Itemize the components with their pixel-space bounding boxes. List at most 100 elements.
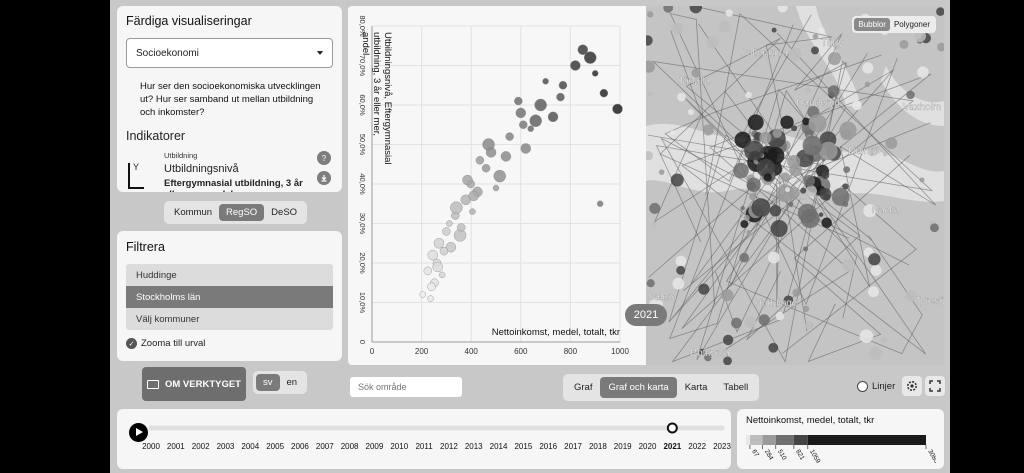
map-bubble[interactable] — [647, 91, 653, 97]
map-bubble[interactable] — [758, 314, 770, 326]
map-bubble[interactable] — [677, 92, 686, 102]
timeline-year[interactable]: 2002 — [192, 442, 210, 451]
map-bubble[interactable] — [651, 221, 657, 228]
map-bubble[interactable] — [842, 201, 849, 207]
scatter-point[interactable] — [547, 111, 559, 123]
map-bubble[interactable] — [818, 212, 824, 217]
map-bubble[interactable] — [818, 27, 825, 34]
map-canvas[interactable]: Täby Sollentuna Järfälla Danderyd Vaxholm Lid… — [646, 6, 944, 365]
map-view[interactable]: Täby Sollentuna Järfälla Danderyd Vaxholm Lid… — [646, 6, 944, 365]
map-bubble[interactable] — [885, 137, 898, 150]
timeline-year[interactable]: 2008 — [341, 442, 359, 451]
map-bubble[interactable] — [792, 288, 801, 297]
map-bubble[interactable] — [812, 33, 819, 40]
map-bubble[interactable] — [721, 289, 734, 302]
timeline-year[interactable]: 2016 — [539, 442, 557, 451]
timeline-year[interactable]: 2022 — [688, 442, 706, 451]
map-bubble[interactable] — [672, 277, 685, 290]
scatter-point[interactable] — [482, 138, 495, 151]
scatter-point[interactable] — [427, 282, 436, 291]
map-bubble[interactable] — [775, 311, 785, 321]
map-bubble[interactable] — [862, 62, 874, 74]
scatter-point[interactable] — [442, 227, 451, 236]
map-bubble[interactable] — [841, 258, 856, 272]
scatter-point[interactable] — [612, 103, 623, 115]
map-bubble[interactable] — [718, 20, 731, 33]
timeline-year[interactable]: 2015 — [514, 442, 532, 451]
map-bubble[interactable] — [827, 52, 842, 66]
scatter-point[interactable] — [468, 190, 479, 202]
timeline-year[interactable]: 2013 — [465, 442, 483, 451]
scatter-point[interactable] — [475, 156, 485, 165]
map-bubble[interactable] — [745, 91, 752, 99]
map-bubble[interactable] — [821, 171, 830, 180]
map-bubble[interactable] — [675, 255, 687, 267]
map-mode-polygoner[interactable]: Polygoner — [890, 18, 934, 31]
map-bubble[interactable] — [882, 151, 888, 157]
map-bubble[interactable] — [706, 35, 719, 49]
map-bubble[interactable] — [802, 305, 810, 313]
timeline-year[interactable]: 2023 — [713, 442, 731, 451]
scatter-point[interactable] — [514, 96, 523, 106]
scatter-point[interactable] — [439, 246, 449, 256]
map-bubble[interactable] — [917, 66, 929, 79]
map-bubble[interactable] — [899, 39, 909, 49]
map-bubble[interactable] — [747, 114, 764, 131]
map-bubble[interactable] — [785, 187, 790, 193]
scatter-point[interactable] — [558, 81, 568, 90]
map-bubble[interactable] — [843, 166, 851, 174]
scatter-point[interactable] — [520, 143, 531, 154]
map-bubble[interactable] — [763, 173, 772, 182]
timeline-year[interactable]: 2011 — [415, 442, 433, 451]
scatter-point[interactable] — [596, 200, 604, 207]
scatter-point[interactable] — [450, 201, 463, 214]
map-bubble[interactable] — [839, 121, 857, 139]
map-bubble[interactable] — [859, 329, 874, 343]
lang-sv[interactable]: sv — [256, 374, 280, 391]
map-bubble[interactable] — [868, 253, 881, 266]
timeline-year[interactable]: 2018 — [589, 442, 607, 451]
filter-item[interactable]: Stockholms län — [126, 286, 333, 308]
preset-select[interactable]: Socioekonomi — [126, 38, 333, 68]
map-bubble[interactable] — [805, 321, 814, 330]
gear-icon[interactable] — [902, 376, 922, 396]
map-bubble[interactable] — [808, 114, 827, 133]
timeline-year[interactable]: 2004 — [241, 442, 259, 451]
scatter-point[interactable] — [427, 295, 434, 302]
scatter-point[interactable] — [423, 266, 433, 276]
scatter-point[interactable] — [505, 132, 514, 141]
map-bubble[interactable] — [771, 27, 777, 33]
timeline-year[interactable]: 2001 — [167, 442, 185, 451]
scatter-point[interactable] — [556, 92, 565, 102]
level-regso[interactable]: RegSO — [219, 204, 265, 221]
map-bubble[interactable] — [751, 198, 771, 218]
map-bubble[interactable] — [722, 334, 734, 346]
map-bubble[interactable] — [646, 279, 655, 288]
map-bubble[interactable] — [803, 174, 816, 187]
indicator-card[interactable]: Y Utbildning Utbildningsnivå Eftergymnas… — [126, 151, 333, 192]
map-bubble[interactable] — [797, 203, 817, 224]
map-bubble[interactable] — [749, 193, 756, 201]
level-deso[interactable]: DeSO — [264, 204, 304, 221]
fullscreen-icon[interactable] — [925, 376, 945, 396]
timeline-slider[interactable]: 2000 2001 2002 2003 2004 2005 2006 2007 2008 2009… — [117, 409, 731, 469]
search-input[interactable] — [350, 377, 462, 397]
timeline-year[interactable]: 2006 — [291, 442, 309, 451]
map-bubble[interactable] — [780, 172, 790, 182]
map-bubble[interactable] — [800, 187, 807, 194]
timeline-year[interactable]: 2007 — [316, 442, 334, 451]
timeline-year[interactable]: 2020 — [639, 442, 657, 451]
map-bubble[interactable] — [851, 100, 862, 111]
timeline-year[interactable]: 2010 — [390, 442, 408, 451]
map-bubble[interactable] — [702, 124, 714, 136]
map-bubble[interactable] — [746, 229, 752, 235]
scatter-point[interactable] — [599, 88, 609, 98]
scatter-point[interactable] — [591, 70, 599, 77]
map-bubble[interactable] — [770, 219, 788, 238]
scatter-point[interactable] — [500, 151, 512, 162]
map-bubble[interactable] — [803, 246, 809, 252]
map-mode-bubblor[interactable]: Bubblor — [854, 18, 890, 31]
filter-item[interactable]: Välj kommuner — [126, 308, 333, 330]
scatter-point[interactable] — [469, 208, 476, 215]
map-bubble[interactable] — [870, 264, 882, 276]
